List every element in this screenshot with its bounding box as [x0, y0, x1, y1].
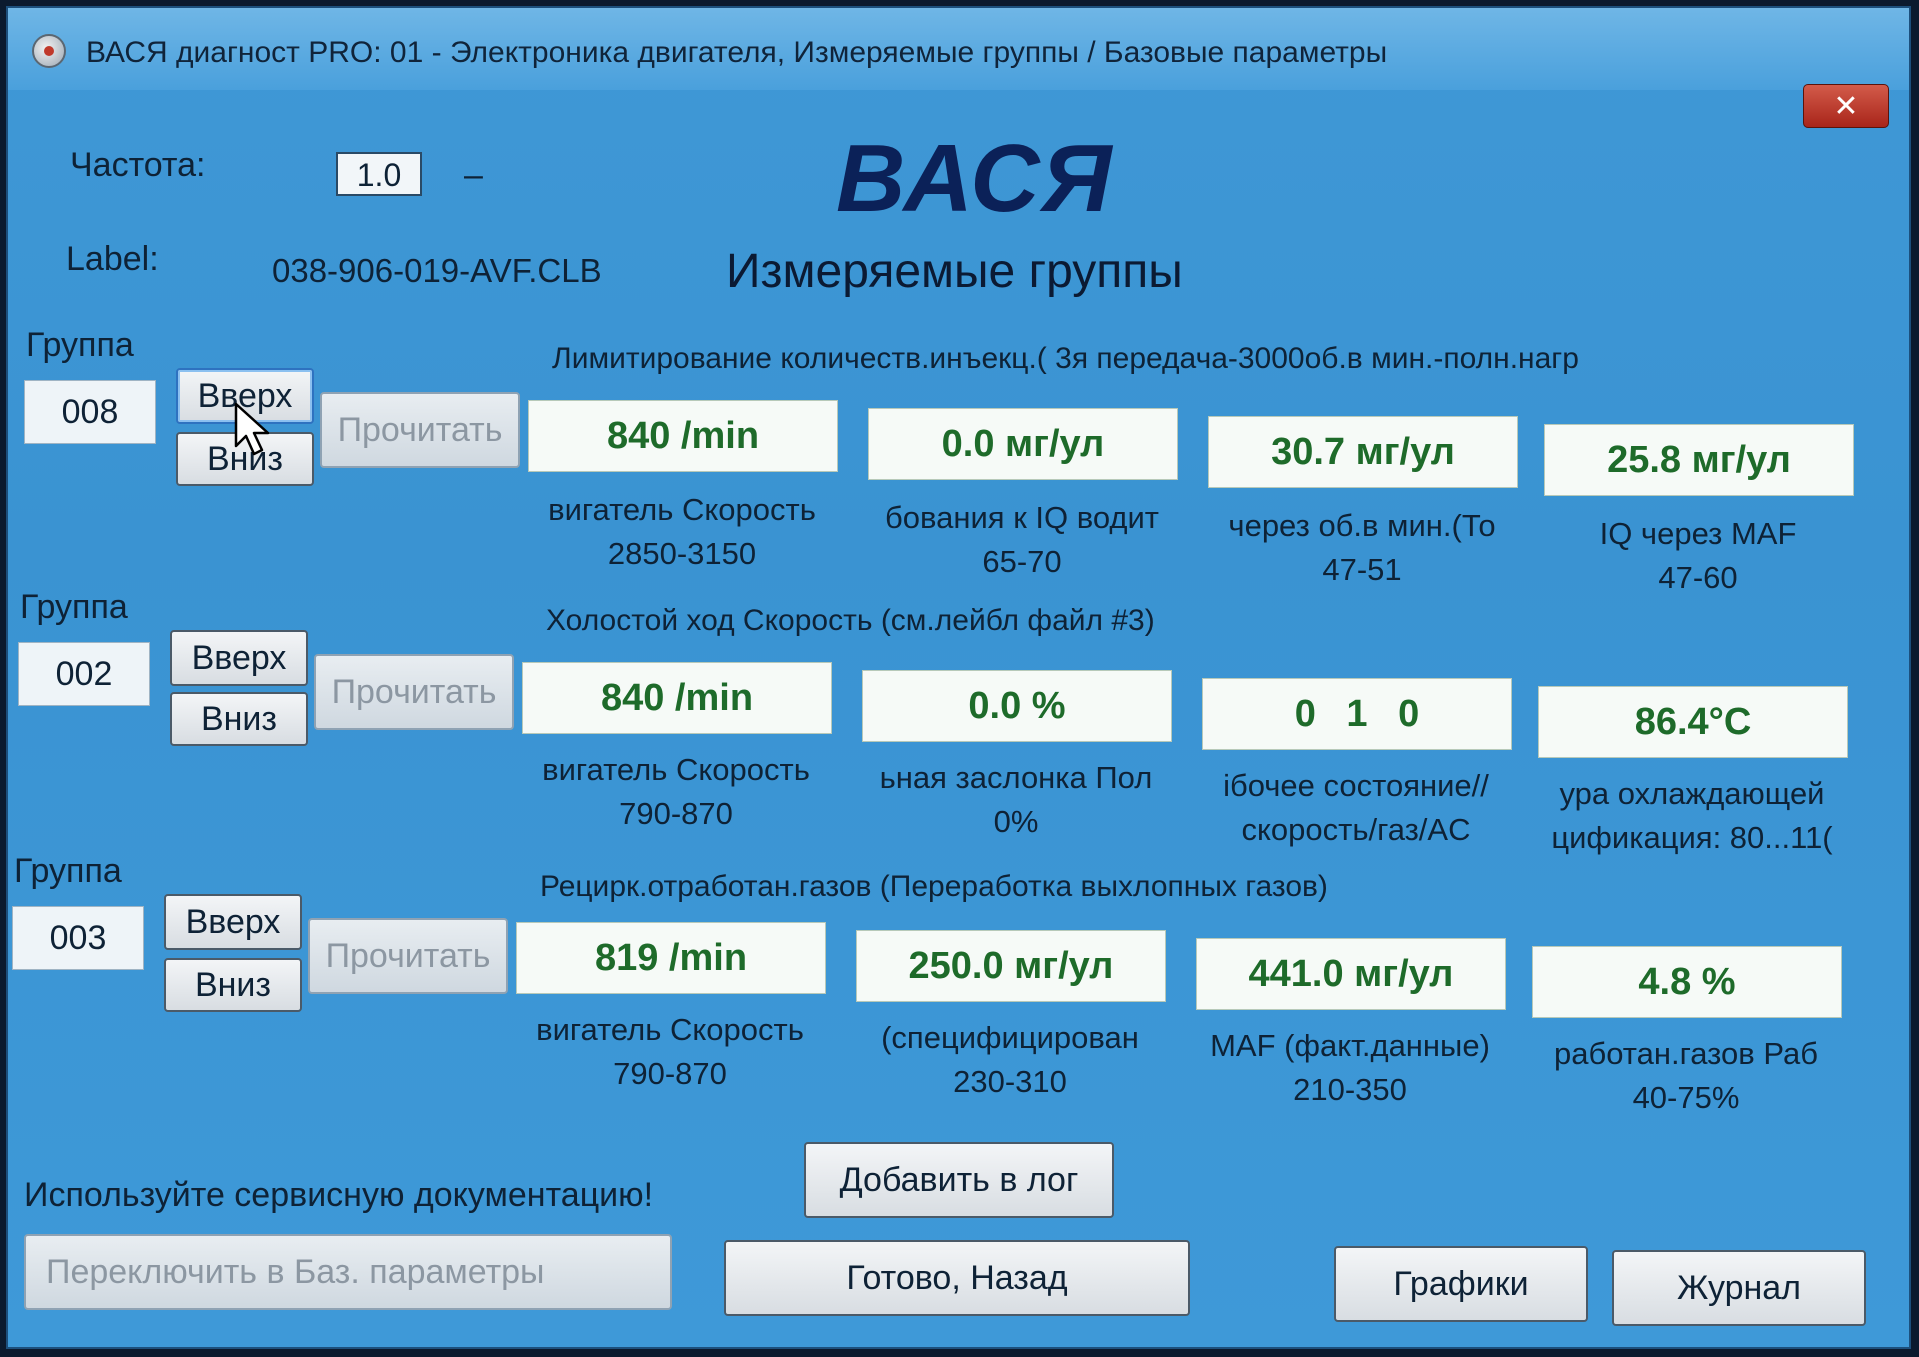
group-1-range-2: 65-70	[982, 544, 1062, 579]
group-3-value-1: 819 /min	[516, 922, 826, 994]
graphs-button[interactable]: Графики	[1334, 1246, 1588, 1322]
group-2-range-2: 0%	[993, 804, 1039, 839]
frequency-suffix: –	[464, 156, 483, 194]
close-button[interactable]: ✕	[1803, 84, 1889, 128]
group-2-value-1: 840 /min	[522, 662, 832, 734]
group-3-down-button[interactable]: Вниз	[164, 958, 302, 1012]
group-1-value-4: 25.8 мг/ул	[1544, 424, 1854, 496]
group-3-range-3: 210-350	[1293, 1072, 1407, 1107]
close-icon: ✕	[1833, 89, 1859, 123]
page-subtitle: Измеряемые группы	[726, 245, 1183, 298]
group-3-range-2: 230-310	[953, 1064, 1067, 1099]
group-2-range-3: скорость/газ/AC	[1241, 812, 1471, 847]
group-2-range-1: 790-870	[619, 796, 733, 831]
group-2-label-4: ура охлаждающей	[1559, 776, 1825, 811]
group-1-label-3: через об.в мин.(То	[1228, 508, 1496, 543]
group-3-description: Рецирк.отработан.газов (Переработка выхл…	[540, 870, 1328, 903]
group-2-number[interactable]: 002	[18, 642, 150, 706]
group-1-number[interactable]: 008	[24, 380, 156, 444]
group-1-range-4: 47-60	[1658, 560, 1738, 595]
group-2-label-1: вигатель Скорость	[542, 752, 810, 787]
brand-logo: ВАСЯ	[836, 125, 1114, 232]
group-1-description: Лимитирование количеств.инъекц.( 3я пере…	[552, 342, 1579, 375]
group-3-number[interactable]: 003	[12, 906, 144, 970]
group-3-caption: Группа	[14, 852, 122, 890]
group-3-label-2: (специфицирован	[881, 1020, 1139, 1055]
group-2-description: Холостой ход Скорость (см.лейбл файл #3)	[546, 604, 1155, 637]
group-2-up-button[interactable]: Вверх	[170, 630, 308, 686]
service-docs-note: Используйте сервисную документацию!	[24, 1176, 654, 1214]
switch-basic-params-button[interactable]: Переключить в Баз. параметры	[24, 1234, 672, 1310]
group-2-label-3: ібочее состояние//	[1223, 768, 1489, 803]
group-1-label-2: бования к IQ водит	[885, 500, 1159, 535]
frequency-label: Частота:	[70, 146, 206, 184]
group-1-range-1: 2850-3150	[607, 536, 757, 571]
label-file: 038-906-019-AVF.CLB	[272, 252, 602, 289]
group-3-label-3: MAF (факт.данные)	[1210, 1028, 1490, 1063]
group-3-range-1: 790-870	[613, 1056, 727, 1091]
label-caption: Label:	[66, 240, 159, 278]
group-3-range-4: 40-75%	[1632, 1080, 1740, 1115]
group-2-caption: Группа	[20, 588, 128, 626]
app-icon	[32, 34, 66, 68]
add-to-log-button[interactable]: Добавить в лог	[804, 1142, 1114, 1218]
group-2-value-3: 0 1 0	[1202, 678, 1512, 750]
window-title: ВАСЯ диагност PRO: 01 - Электроника двиг…	[86, 36, 1388, 69]
group-1-label-4: IQ через MAF	[1599, 516, 1797, 551]
group-3-label-1: вигатель Скорость	[536, 1012, 804, 1047]
group-3-up-button[interactable]: Вверх	[164, 894, 302, 950]
journal-button[interactable]: Журнал	[1612, 1250, 1866, 1326]
group-2-label-2: ьная заслонка Пол	[879, 760, 1153, 795]
group-2-value-2: 0.0 %	[862, 670, 1172, 742]
group-1-value-3: 30.7 мг/ул	[1208, 416, 1518, 488]
done-back-button[interactable]: Готово, Назад	[724, 1240, 1190, 1316]
group-1-label-1: вигатель Скорость	[548, 492, 816, 527]
group-3-value-2: 250.0 мг/ул	[856, 930, 1166, 1002]
group-2-read-button[interactable]: Прочитать	[314, 654, 514, 730]
group-2-down-button[interactable]: Вниз	[170, 692, 308, 746]
title-bar: ВАСЯ диагност PRO: 01 - Электроника двиг…	[8, 8, 1909, 90]
group-3-label-4: работан.газов Раб	[1554, 1036, 1818, 1071]
group-1-read-button[interactable]: Прочитать	[320, 392, 520, 468]
group-3-read-button[interactable]: Прочитать	[308, 918, 508, 994]
group-3-value-4: 4.8 %	[1532, 946, 1842, 1018]
group-1-value-2: 0.0 мг/ул	[868, 408, 1178, 480]
main-window: ВАСЯ диагност PRO: 01 - Электроника двиг…	[6, 6, 1911, 1349]
group-1-caption: Группа	[26, 326, 134, 364]
frequency-field[interactable]: 1.0	[336, 152, 422, 196]
group-2-range-4: цификация: 80...11(	[1551, 820, 1833, 855]
group-1-value-1: 840 /min	[528, 400, 838, 472]
group-1-range-3: 47-51	[1322, 552, 1402, 587]
group-2-value-4: 86.4°C	[1538, 686, 1848, 758]
group-3-value-3: 441.0 мг/ул	[1196, 938, 1506, 1010]
